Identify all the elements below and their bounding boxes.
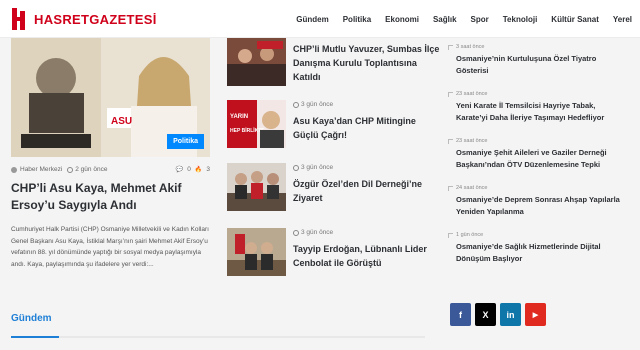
clock-icon	[67, 166, 74, 173]
recent-title[interactable]: Osmaniye’de Deprem Sonrası Ahşap Yapılar…	[448, 194, 628, 217]
recent-date: 23 saat önce	[456, 91, 488, 97]
clock-icon	[293, 229, 299, 236]
article-title[interactable]: CHP’li Mutlu Yavuzer, Sumbas İlçe Danışm…	[293, 42, 443, 84]
author-icon	[11, 166, 17, 173]
article-date: 3 gün önce	[293, 164, 333, 171]
article-thumbnail[interactable]	[227, 228, 286, 276]
site-header: HASRETGAZETESİ Gündem Politika Ekonomi S…	[0, 0, 640, 38]
article-thumbnail[interactable]: YARIN HEP BİRLİKTE	[227, 100, 286, 148]
lead-date: 2 gün önce	[75, 166, 108, 173]
article-date: 3 gün önce	[293, 229, 333, 236]
svg-text:ASU: ASU	[111, 116, 132, 127]
article-thumbnail[interactable]	[227, 163, 286, 211]
clock-icon	[293, 101, 299, 108]
recent-title[interactable]: Osmaniye’nin Kurtuluşuna Özel Tiyatro Gö…	[448, 53, 628, 76]
recent-date: 1 gün önce	[456, 232, 484, 238]
article-title[interactable]: Tayyip Erdoğan, Lübnanlı Lider Cenbolat …	[293, 242, 443, 270]
nav-item-politika[interactable]: Politika	[343, 15, 371, 24]
list-item[interactable]: CHP’li Mutlu Yavuzer, Sumbas İlçe Danışm…	[227, 38, 442, 88]
clock-icon	[293, 164, 299, 171]
fire-icon: 🔥	[194, 167, 203, 173]
section-title[interactable]: Gündem	[11, 313, 52, 324]
main-nav: Gündem Politika Ekonomi Sağlık Spor Tekn…	[282, 0, 632, 38]
recent-item[interactable]: 23 saat önce Osmaniye Şehit Aileleri ve …	[448, 138, 628, 170]
youtube-icon[interactable]: ▶	[525, 303, 546, 326]
article-thumbnail[interactable]	[227, 38, 286, 86]
recent-title[interactable]: Yeni Karate İl Temsilcisi Hayriye Tabak,…	[448, 100, 628, 123]
social-links: f X in ▶	[450, 303, 546, 326]
recent-date: 24 saat önce	[456, 185, 488, 191]
section-divider	[11, 336, 425, 338]
linkedin-icon[interactable]: in	[500, 303, 521, 326]
facebook-icon[interactable]: f	[450, 303, 471, 326]
nav-item-spor[interactable]: Spor	[471, 15, 489, 24]
comment-count: 0	[187, 166, 191, 173]
nav-item-saglik[interactable]: Sağlık	[433, 15, 457, 24]
lead-meta: Haber Merkezi 2 gün önce 💬 0 🔥 3	[11, 166, 210, 173]
list-item[interactable]: 3 gün önce Özgür Özel’den Dil Derneği’ne…	[227, 163, 442, 213]
article-date: 3 gün önce	[293, 101, 333, 108]
recent-item[interactable]: 1 gün önce Osmaniye’de Sağlık Hizmetleri…	[448, 232, 628, 264]
article-title[interactable]: Özgür Özel’den Dil Derneği’ne Ziyaret	[293, 177, 443, 205]
article-title[interactable]: Asu Kaya’dan CHP Mitingine Güçlü Çağrı!	[293, 114, 443, 142]
lead-excerpt: Cumhuriyet Halk Partisi (CHP) Osmaniye M…	[11, 226, 209, 268]
list-item[interactable]: YARIN HEP BİRLİKTE 3 gün önce Asu Kaya’da…	[227, 100, 442, 150]
recent-title[interactable]: Osmaniye’de Sağlık Hizmetlerinde Dijital…	[448, 241, 628, 264]
svg-text:YARIN: YARIN	[230, 114, 248, 120]
nav-item-gundem[interactable]: Gündem	[296, 15, 328, 24]
lead-article-image[interactable]: ASU Politika	[11, 38, 210, 157]
recent-date: 3 saat önce	[456, 44, 485, 50]
like-count: 3	[206, 166, 210, 173]
recent-item[interactable]: 3 saat önce Osmaniye’nin Kurtuluşuna Öze…	[448, 44, 628, 76]
lead-title[interactable]: CHP’li Asu Kaya, Mehmet Akif Ersoy’u Say…	[11, 180, 211, 214]
logo-text: HASRETGAZETESİ	[34, 11, 157, 27]
recent-item[interactable]: 23 saat önce Yeni Karate İl Temsilcisi H…	[448, 91, 628, 123]
recent-title[interactable]: Osmaniye Şehit Aileleri ve Gaziler Derne…	[448, 147, 628, 170]
site-logo[interactable]: HASRETGAZETESİ	[12, 8, 157, 30]
nav-item-ekonomi[interactable]: Ekonomi	[385, 15, 419, 24]
author-name[interactable]: Haber Merkezi	[20, 166, 62, 173]
nav-item-teknoloji[interactable]: Teknoloji	[503, 15, 538, 24]
category-badge[interactable]: Politika	[167, 134, 204, 149]
recent-date: 23 saat önce	[456, 138, 488, 144]
logo-mark-icon	[12, 8, 30, 30]
x-icon[interactable]: X	[475, 303, 496, 326]
nav-item-yerel[interactable]: Yerel	[613, 15, 632, 24]
comment-icon: 💬	[175, 167, 184, 173]
nav-item-kultur-sanat[interactable]: Kültür Sanat	[551, 15, 599, 24]
recent-item[interactable]: 24 saat önce Osmaniye’de Deprem Sonrası …	[448, 185, 628, 217]
list-item[interactable]: 3 gün önce Tayyip Erdoğan, Lübnanlı Lide…	[227, 228, 442, 278]
